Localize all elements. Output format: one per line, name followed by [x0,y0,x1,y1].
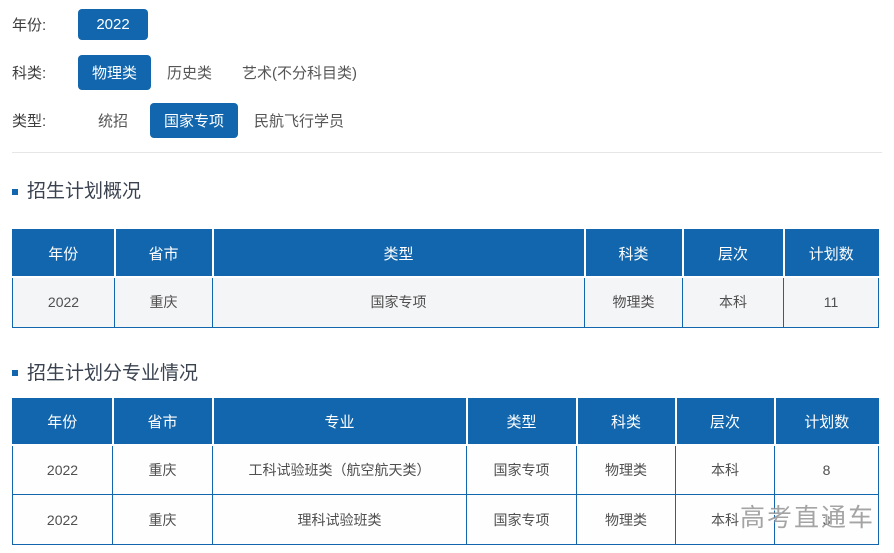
overview-table: 年份 省市 类型 科类 层次 计划数 2022 重庆 国家专项 物理类 本科 1… [12,229,879,328]
cell-province: 重庆 [114,276,213,328]
overview-table-row: 2022 重庆 国家专项 物理类 本科 11 [12,276,879,328]
cell-type: 国家专项 [466,494,577,545]
square-bullet-icon [12,370,18,376]
cell-year: 2022 [12,276,115,328]
filter-label-type: 类型: [12,112,47,130]
filter-row-subject: 科类: 物理类 历史类 艺术(不分科目类) [12,54,882,90]
filter-label-subject: 科类: [12,64,47,82]
type-national-special-option[interactable]: 国家专项 [150,102,239,138]
section-title-text: 招生计划概况 [27,181,142,202]
cell-subject: 物理类 [576,444,676,495]
column-header-major: 专业 [212,398,468,446]
cell-plan-count: 11 [783,276,879,328]
cell-level: 本科 [675,494,775,545]
column-header-type: 类型 [466,398,578,446]
column-header-year: 年份 [12,398,114,446]
majors-table-row: 2022 重庆 理科试验班类 国家专项 物理类 本科 3 [12,494,879,545]
enrollment-plan-page: 年份: 2022 科类: 物理类 历史类 艺术(不分科目类) 类型: 统招 国家… [0,0,894,553]
majors-table-row: 2022 重庆 工科试验班类（航空航天类） 国家专项 物理类 本科 8 [12,444,879,495]
cell-level: 本科 [675,444,775,495]
majors-table: 年份 省市 专业 类型 科类 层次 计划数 2022 重庆 工科试验班类（航空航… [12,397,879,545]
subject-history-option[interactable]: 历史类 [153,55,226,90]
cell-type: 国家专项 [212,276,585,328]
column-header-type: 类型 [212,229,586,278]
cell-level: 本科 [682,276,784,328]
cell-year: 2022 [12,494,113,545]
column-header-province: 省市 [114,229,214,278]
column-header-subject: 科类 [584,229,684,278]
year-2022-button[interactable]: 2022 [78,8,148,40]
majors-header-row: 年份 省市 专业 类型 科类 层次 计划数 [12,398,879,446]
column-header-plan-count: 计划数 [783,229,879,278]
cell-subject: 物理类 [576,494,676,545]
cell-plan-count: 8 [774,444,879,495]
cell-province: 重庆 [112,444,213,495]
column-header-subject: 科类 [576,398,677,446]
type-regular-option[interactable]: 统招 [78,103,148,138]
cell-year: 2022 [12,444,113,495]
type-civil-aviation-option[interactable]: 民航飞行学员 [240,103,358,138]
subject-physics-option[interactable]: 物理类 [78,54,152,90]
filter-label-year: 年份: [12,16,47,34]
filter-row-year: 年份: 2022 [12,8,882,40]
section-plan-overview: 招生计划概况 年份 省市 类型 科类 层次 计划数 2022 重庆 国家专项 物… [12,180,882,328]
subject-art-option[interactable]: 艺术(不分科目类) [228,55,371,90]
filter-options-subject: 物理类 历史类 艺术(不分科目类) [78,54,373,90]
section-title-overview: 招生计划概况 [12,180,882,203]
column-header-plan-count: 计划数 [774,398,879,446]
cell-type: 国家专项 [466,444,577,495]
section-title-by-major: 招生计划分专业情况 [12,362,882,385]
cell-major: 工科试验班类（航空航天类） [212,444,467,495]
overview-header-row: 年份 省市 类型 科类 层次 计划数 [12,229,879,278]
cell-province: 重庆 [112,494,213,545]
column-header-level: 层次 [682,229,785,278]
filter-row-type: 类型: 统招 国家专项 民航飞行学员 [12,102,882,138]
divider-line [12,152,882,153]
cell-major: 理科试验班类 [212,494,467,545]
column-header-level: 层次 [675,398,776,446]
filter-options-year: 2022 [78,8,150,40]
column-header-year: 年份 [12,229,116,278]
cell-subject: 物理类 [584,276,683,328]
section-plan-by-major: 招生计划分专业情况 年份 省市 专业 类型 科类 层次 计划数 2022 重庆 … [12,362,882,545]
cell-plan-count: 3 [774,494,879,545]
square-bullet-icon [12,188,18,195]
section-title-text: 招生计划分专业情况 [27,362,199,384]
column-header-province: 省市 [112,398,214,446]
filter-options-type: 统招 国家专项 民航飞行学员 [78,102,360,138]
